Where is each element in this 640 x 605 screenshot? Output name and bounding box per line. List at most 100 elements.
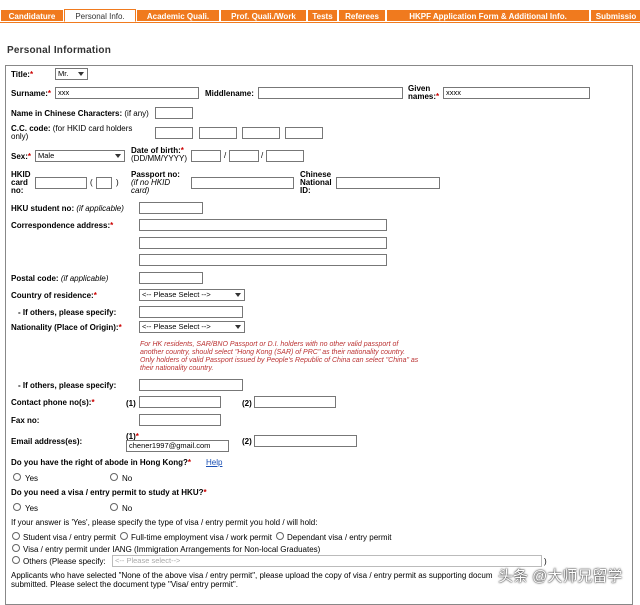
tab-referees[interactable]: Referees xyxy=(338,9,386,22)
tab-underline xyxy=(0,22,640,23)
visa-iang-radio[interactable] xyxy=(12,544,20,552)
visa-no-radio[interactable] xyxy=(110,503,118,511)
visa-others-radio[interactable] xyxy=(12,556,20,564)
visa-employment-label: Full-time employment visa / work permit xyxy=(131,533,272,542)
given-names-label: Given names:* xyxy=(408,84,440,101)
abode-question: Do you have the right of abode in Hong K… xyxy=(11,458,192,467)
hkid-input[interactable] xyxy=(35,177,87,189)
contact-1-marker: (1) xyxy=(126,399,136,408)
chevron-down-icon xyxy=(235,293,241,297)
abode-yes-radio[interactable] xyxy=(13,473,21,481)
abode-no-radio[interactable] xyxy=(110,473,118,481)
tab-personal-info[interactable]: Personal Info. xyxy=(64,9,136,22)
cc-code-input-3[interactable] xyxy=(242,127,280,139)
visa-type-prompt: If your answer is 'Yes', please specify … xyxy=(11,518,318,527)
hkid-check-digit-input[interactable] xyxy=(96,177,112,189)
visa-student-radio[interactable] xyxy=(12,532,20,540)
if-others-nationality-label: - If others, please specify: xyxy=(18,381,117,390)
nationality-select[interactable]: <-- Please Select --> xyxy=(139,321,245,333)
visa-others-select[interactable]: <-- Please select--> xyxy=(112,555,542,567)
address-line-3[interactable] xyxy=(139,254,387,266)
email-1-input[interactable]: chener1997@gmail.com xyxy=(126,440,229,452)
dob-year-input[interactable] xyxy=(266,150,304,162)
dob-month-input[interactable] xyxy=(229,150,259,162)
nationality-note: For HK residents, SAR/BNO Passport or D.… xyxy=(140,341,419,372)
visa-others-label: Others (Please specify: xyxy=(23,557,106,566)
address-line-1[interactable] xyxy=(139,219,387,231)
if-others-country-input[interactable] xyxy=(139,306,243,318)
cc-code-input-4[interactable] xyxy=(285,127,323,139)
fax-label: Fax no: xyxy=(11,416,40,425)
visa-dependant-label: Dependant visa / entry permit xyxy=(287,533,392,542)
watermark: 头条 @大师兄留学 xyxy=(498,568,623,585)
tab-candidature[interactable]: Candidature xyxy=(0,9,64,22)
dob-label: Date of birth:* (DD/MM/YYYY) xyxy=(131,146,187,163)
tab-hkpf-form[interactable]: HKPF Application Form & Additional Info. xyxy=(386,9,590,22)
surname-label: Surname:* xyxy=(11,89,52,98)
email-2-input[interactable] xyxy=(254,435,357,447)
footer-note-line-2: submitted. Please select the document ty… xyxy=(11,580,238,589)
cc-code-input-1[interactable] xyxy=(155,127,193,139)
visa-employment-radio[interactable] xyxy=(120,532,128,540)
chinese-name-input[interactable] xyxy=(155,107,193,119)
title-label: Title:* xyxy=(11,70,34,79)
visa-no-label: No xyxy=(122,504,133,513)
middlename-label: Middlename: xyxy=(205,89,254,98)
if-others-nationality-input[interactable] xyxy=(139,379,243,391)
contact-label: Contact phone no(s):* xyxy=(11,398,95,407)
correspondence-label: Correspondence address:* xyxy=(11,221,114,230)
surname-input[interactable]: xxx xyxy=(55,87,199,99)
tab-academic-quali[interactable]: Academic Quali. xyxy=(136,9,220,22)
page-title: Personal Information xyxy=(7,45,112,56)
middlename-input[interactable] xyxy=(258,87,403,99)
hkid-label: HKID card no: xyxy=(11,170,31,195)
fax-input[interactable] xyxy=(139,414,221,426)
contact-2-marker: (2) xyxy=(242,399,252,408)
hkid-paren-close: ) xyxy=(116,178,119,187)
nationality-label: Nationality (Place of Origin):* xyxy=(11,323,122,332)
tab-bar: Candidature Personal Info. Academic Qual… xyxy=(0,9,640,23)
tab-prof-quali-work[interactable]: Prof. Quali./Work xyxy=(220,9,307,22)
visa-dependant-radio[interactable] xyxy=(276,532,284,540)
dob-separator: / xyxy=(224,151,227,160)
sex-select[interactable]: Male xyxy=(35,150,125,162)
address-line-2[interactable] xyxy=(139,237,387,249)
email-2-marker: (2) xyxy=(242,437,252,446)
visa-question: Do you need a visa / entry permit to stu… xyxy=(11,488,207,497)
given-names-input[interactable]: xxxx xyxy=(443,87,590,99)
dob-separator: / xyxy=(261,151,264,160)
chevron-down-icon xyxy=(115,154,121,158)
cc-code-label: C.C. code: (for HKID card holders only) xyxy=(11,124,133,141)
cn-id-input[interactable] xyxy=(336,177,440,189)
dob-day-input[interactable] xyxy=(191,150,221,162)
cc-code-input-2[interactable] xyxy=(199,127,237,139)
cn-id-label: Chinese National ID: xyxy=(300,170,332,195)
tab-tests[interactable]: Tests xyxy=(307,9,338,22)
footer-note-line-1: Applicants who have selected "None of th… xyxy=(11,571,493,580)
abode-yes-label: Yes xyxy=(25,474,39,483)
abode-no-label: No xyxy=(122,474,133,483)
hku-student-label: HKU student no: (if applicable) xyxy=(11,204,124,213)
passport-input[interactable] xyxy=(191,177,294,189)
email-label: Email address(es): xyxy=(11,437,83,446)
postal-label: Postal code: (if applicable) xyxy=(11,274,109,283)
title-select[interactable]: Mr. xyxy=(55,68,88,80)
chevron-down-icon xyxy=(78,72,84,76)
visa-student-label: Student visa / entry permit xyxy=(23,533,116,542)
sex-label: Sex:* xyxy=(11,152,32,161)
tab-submission[interactable]: Submissio xyxy=(590,9,640,22)
postal-input[interactable] xyxy=(139,272,203,284)
hkid-paren-open: ( xyxy=(90,178,93,187)
visa-iang-label: Visa / entry permit under IANG (Immigrat… xyxy=(23,545,321,554)
abode-help-link[interactable]: Help xyxy=(206,458,222,467)
hku-student-input[interactable] xyxy=(139,202,203,214)
country-label: Country of residence:* xyxy=(11,291,97,300)
visa-yes-label: Yes xyxy=(25,504,39,513)
visa-yes-radio[interactable] xyxy=(13,503,21,511)
if-others-country-label: - If others, please specify: xyxy=(18,308,117,317)
contact-phone-1-input[interactable] xyxy=(139,396,221,408)
country-select[interactable]: <-- Please Select --> xyxy=(139,289,245,301)
passport-label: Passport no: (if no HKID card) xyxy=(131,170,180,195)
contact-phone-2-input[interactable] xyxy=(254,396,336,408)
chinese-name-label: Name in Chinese Characters: (if any) xyxy=(11,109,149,118)
